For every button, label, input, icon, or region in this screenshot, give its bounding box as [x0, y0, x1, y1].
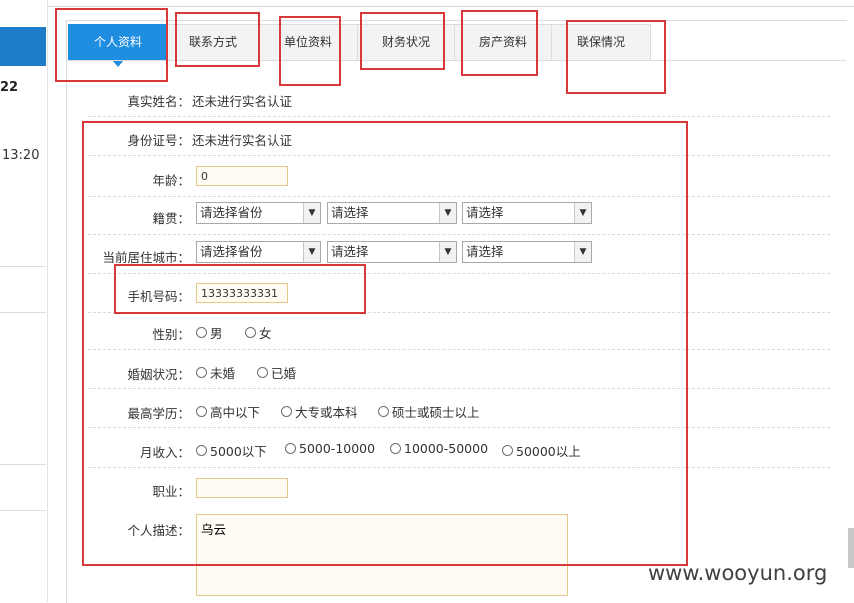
sidebar-text-1: 22	[0, 80, 19, 95]
annotation-box	[279, 16, 341, 86]
real-name-value: 还未进行实名认证	[192, 94, 293, 109]
sidebar-divider	[0, 464, 46, 465]
top-divider	[0, 6, 854, 7]
row-real-name: 真实姓名： 还未进行实名认证	[88, 82, 830, 117]
sidebar-active-block[interactable]	[0, 27, 46, 66]
real-name-label: 真实姓名：	[127, 94, 190, 109]
sidebar-divider	[0, 266, 46, 267]
annotation-box	[82, 121, 688, 566]
sidebar-divider	[0, 510, 46, 511]
sidebar-text-2: 13:20	[2, 148, 40, 163]
annotation-box	[566, 20, 666, 94]
scrollbar-thumb[interactable]	[848, 528, 854, 568]
annotation-box	[461, 10, 538, 76]
left-sidebar: 22 13:20	[0, 0, 48, 602]
annotation-box	[114, 264, 366, 314]
annotation-box	[360, 12, 445, 70]
annotation-box	[55, 8, 168, 82]
watermark: www.wooyun.org	[648, 561, 828, 585]
annotation-box	[175, 12, 260, 67]
sidebar-divider	[0, 312, 46, 313]
